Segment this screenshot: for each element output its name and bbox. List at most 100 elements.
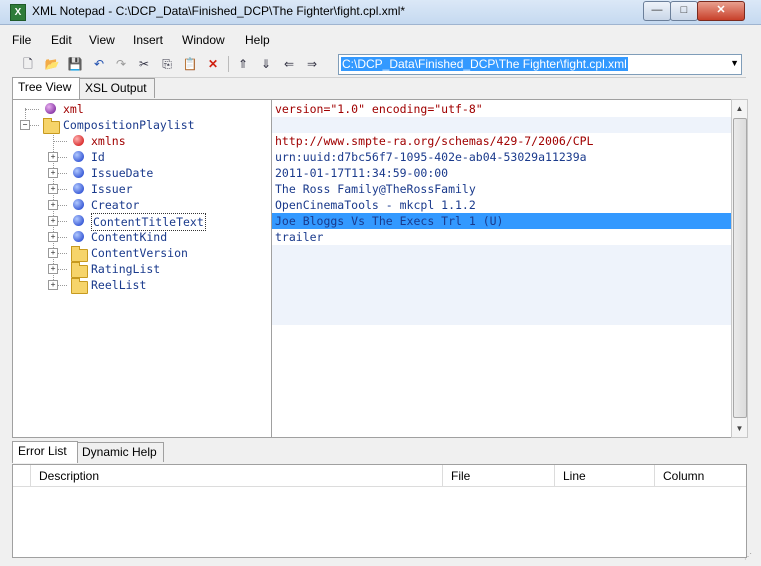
redo-icon[interactable]: ↷ bbox=[113, 56, 129, 72]
node-value[interactable]: version="1.0" encoding="utf-8" bbox=[272, 101, 732, 117]
column-header-icon bbox=[13, 465, 31, 487]
node-value[interactable] bbox=[272, 117, 732, 133]
tree-node[interactable]: + IssueDate bbox=[13, 165, 271, 181]
undo-icon[interactable]: ↶ bbox=[91, 56, 107, 72]
location-combobox[interactable]: C:\DCP_Data\Finished_DCP\The Fighter\fig… bbox=[338, 54, 742, 75]
menu-view[interactable]: View bbox=[89, 33, 115, 47]
processing-instruction-icon bbox=[45, 103, 56, 114]
location-value[interactable]: C:\DCP_Data\Finished_DCP\The Fighter\fig… bbox=[341, 57, 628, 71]
tree-node-label[interactable]: Issuer bbox=[91, 181, 133, 197]
scroll-down-icon[interactable]: ▼ bbox=[732, 421, 747, 436]
tab-dynamic-help[interactable]: Dynamic Help bbox=[76, 442, 164, 462]
expand-icon[interactable]: + bbox=[48, 152, 58, 162]
tab-xsl-output[interactable]: XSL Output bbox=[79, 78, 155, 98]
toolbar-separator bbox=[228, 56, 229, 72]
folder-icon bbox=[71, 278, 88, 294]
scrollbar-thumb[interactable] bbox=[733, 118, 747, 418]
tree-node-label[interactable]: ReelList bbox=[91, 277, 146, 293]
tree-node-label[interactable]: ContentKind bbox=[91, 229, 167, 245]
nudge-left-icon[interactable]: ⇐ bbox=[281, 56, 297, 72]
new-icon[interactable]: 🗋 bbox=[20, 56, 36, 72]
tree-node[interactable]: + Id bbox=[13, 149, 271, 165]
tree-node[interactable]: + ContentKind bbox=[13, 229, 271, 245]
tree-node-label[interactable]: Id bbox=[91, 149, 105, 165]
node-value[interactable] bbox=[272, 277, 732, 293]
toolbar: 🗋 📂 💾 ↶ ↷ ✂ ⎘ 📋 ✕ ⇑ ⇓ ⇐ ⇒ C:\DCP_Data\Fi… bbox=[12, 52, 746, 78]
node-value[interactable]: The Ross Family@TheRossFamily bbox=[272, 181, 732, 197]
app-icon: X bbox=[10, 4, 26, 21]
tree-node-label[interactable]: Creator bbox=[91, 197, 139, 213]
tab-tree-view[interactable]: Tree View bbox=[12, 77, 80, 99]
expand-icon[interactable]: + bbox=[48, 232, 58, 242]
node-values-panel[interactable]: version="1.0" encoding="utf-8" http://www… bbox=[271, 99, 733, 438]
tree-node[interactable]: + ContentVersion bbox=[13, 245, 271, 262]
expand-icon[interactable]: + bbox=[48, 248, 58, 258]
column-header-line[interactable]: Line bbox=[555, 465, 655, 487]
expand-icon[interactable]: + bbox=[48, 200, 58, 210]
column-header-column[interactable]: Column bbox=[655, 465, 746, 487]
delete-icon[interactable]: ✕ bbox=[205, 56, 221, 72]
element-icon bbox=[73, 151, 84, 162]
node-value[interactable]: urn:uuid:d7bc56f7-1095-402e-ab04-53029a1… bbox=[272, 149, 732, 165]
node-value[interactable] bbox=[272, 245, 732, 261]
tree-node-label[interactable]: xml bbox=[63, 101, 84, 117]
expand-icon[interactable]: + bbox=[48, 280, 58, 290]
scroll-up-icon[interactable]: ▲ bbox=[732, 101, 747, 116]
nudge-up-icon[interactable]: ⇑ bbox=[235, 56, 251, 72]
collapse-icon[interactable]: − bbox=[20, 120, 30, 130]
tree-node-label[interactable]: ContentVersion bbox=[91, 245, 188, 261]
title-bar[interactable]: X XML Notepad - C:\DCP_Data\Finished_DCP… bbox=[0, 0, 761, 25]
expand-icon[interactable]: + bbox=[48, 184, 58, 194]
resize-grip-icon[interactable]: ⋰ bbox=[744, 552, 752, 561]
tree-node-label[interactable]: IssueDate bbox=[91, 165, 153, 181]
vertical-scrollbar[interactable]: ▲ ▼ bbox=[731, 99, 748, 438]
open-icon[interactable]: 📂 bbox=[44, 56, 60, 72]
minimize-button[interactable]: — bbox=[643, 1, 671, 21]
expand-icon[interactable]: + bbox=[48, 168, 58, 178]
tree-node-label[interactable]: xmlns bbox=[91, 133, 126, 149]
tree-node-label[interactable]: CompositionPlaylist bbox=[63, 117, 195, 133]
element-icon bbox=[73, 215, 84, 226]
tree-node[interactable]: + ReelList bbox=[13, 277, 271, 294]
menu-window[interactable]: Window bbox=[182, 33, 225, 47]
node-value[interactable] bbox=[272, 261, 732, 277]
save-icon[interactable]: 💾 bbox=[67, 56, 83, 72]
tree-node[interactable]: + Issuer bbox=[13, 181, 271, 197]
column-header-file[interactable]: File bbox=[443, 465, 555, 487]
tab-error-list[interactable]: Error List bbox=[12, 441, 78, 463]
element-icon bbox=[73, 199, 84, 210]
node-value[interactable]: Joe Bloggs Vs The Execs Trl 1 (U) bbox=[272, 213, 732, 229]
node-value[interactable]: trailer bbox=[272, 229, 732, 245]
node-value[interactable]: OpenCinemaTools - mkcpl 1.1.2 bbox=[272, 197, 732, 213]
paste-icon[interactable]: 📋 bbox=[182, 56, 198, 72]
close-button[interactable]: ✕ bbox=[697, 1, 745, 21]
dropdown-arrow-icon[interactable]: ▼ bbox=[730, 58, 739, 68]
menu-insert[interactable]: Insert bbox=[133, 33, 163, 47]
menu-help[interactable]: Help bbox=[245, 33, 270, 47]
window-title: XML Notepad - C:\DCP_Data\Finished_DCP\T… bbox=[32, 4, 406, 18]
menu-file[interactable]: File bbox=[12, 33, 31, 47]
tree-node[interactable]: xmlns bbox=[13, 133, 271, 149]
tree-connector bbox=[25, 109, 39, 110]
tree-node[interactable]: xml bbox=[13, 101, 271, 117]
element-icon bbox=[73, 167, 84, 178]
copy-icon[interactable]: ⎘ bbox=[159, 56, 175, 72]
node-value[interactable]: http://www.smpte-ra.org/schemas/429-7/20… bbox=[272, 133, 732, 149]
column-header-description[interactable]: Description bbox=[31, 465, 443, 487]
nudge-down-icon[interactable]: ⇓ bbox=[258, 56, 274, 72]
maximize-button[interactable]: □ bbox=[670, 1, 698, 21]
tree-view-panel[interactable]: xml − CompositionPlaylist xmlns + Id + IssueDat… bbox=[12, 99, 272, 438]
attribute-icon bbox=[73, 135, 84, 146]
tree-node[interactable]: + ContentTitleText bbox=[13, 213, 271, 231]
tree-node-label[interactable]: RatingList bbox=[91, 261, 160, 277]
expand-icon[interactable]: + bbox=[48, 264, 58, 274]
menu-edit[interactable]: Edit bbox=[51, 33, 72, 47]
cut-icon[interactable]: ✂ bbox=[136, 56, 152, 72]
error-list-panel: Description File Line Column bbox=[12, 464, 747, 558]
nudge-right-icon[interactable]: ⇒ bbox=[304, 56, 320, 72]
tree-node[interactable]: + Creator bbox=[13, 197, 271, 213]
tree-node[interactable]: + RatingList bbox=[13, 261, 271, 278]
expand-icon[interactable]: + bbox=[48, 216, 58, 226]
tree-node[interactable]: − CompositionPlaylist bbox=[13, 117, 271, 134]
node-value[interactable]: 2011-01-17T11:34:59-00:00 bbox=[272, 165, 732, 181]
